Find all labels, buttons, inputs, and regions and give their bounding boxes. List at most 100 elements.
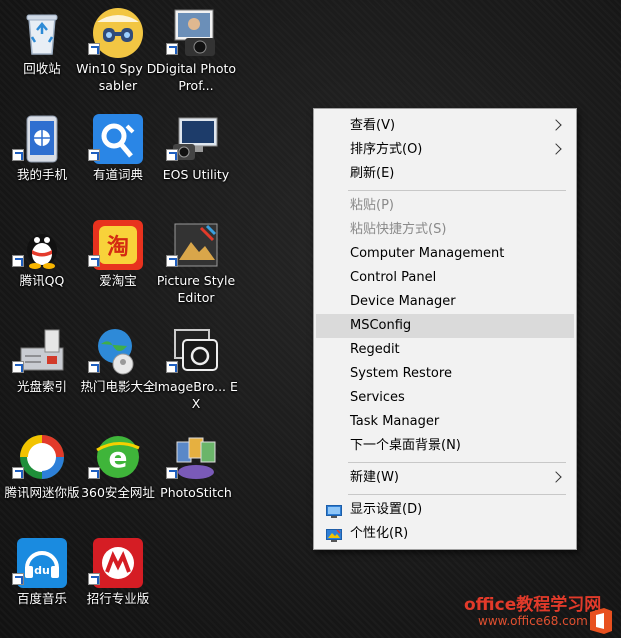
desktop-icon-label: 招行专业版 [86,591,150,606]
desktop-icon-label: 回收站 [23,61,61,76]
chevron-right-icon [550,471,562,483]
shortcut-arrow-icon [88,361,100,373]
chevron-right-icon [550,119,562,131]
shortcut-arrow-icon [12,467,24,479]
menu-item-label: 个性化(R) [350,526,409,541]
menu-item-task-manager[interactable]: Task Manager [316,410,574,434]
menu-item-view[interactable]: 查看(V) [316,114,574,138]
desktop-icon-label: EOS Utility [162,167,230,182]
desktop-icon-tencent-mini[interactable]: 腾讯网迷你版 [0,426,84,526]
menu-item-refresh[interactable]: 刷新(E) [316,162,574,186]
menu-item-label: Services [350,390,405,405]
desktop-icon-imagebrowser-ex[interactable]: ImageBro... EX [154,320,238,420]
menu-item-system-restore[interactable]: System Restore [316,362,574,386]
menu-item-display-settings[interactable]: 显示设置(D) [316,498,574,522]
menu-item-personalize[interactable]: 个性化(R) [316,522,574,546]
desktop-icon-label: 360安全网址 [81,485,155,500]
svg-text:淘: 淘 [107,234,129,260]
cmb-pro-icon [93,538,143,588]
menu-item-services[interactable]: Services [316,386,574,410]
menu-item-sort[interactable]: 排序方式(O) [316,138,574,162]
display-monitor-icon [326,503,342,518]
shortcut-arrow-icon [166,149,178,161]
menu-item-paste: 粘贴(P) [316,194,574,218]
tencent-mini-icon [17,432,67,482]
desktop-context-menu: 查看(V) 排序方式(O) 刷新(E) 粘贴(P) 粘贴快捷方式(S) Comp… [313,108,577,550]
svg-text:e: e [109,441,128,474]
disc-index-icon [17,326,67,376]
desktop-icon-label: Picture Style Editor [156,273,236,305]
menu-item-next-background[interactable]: 下一个桌面背景(N) [316,434,574,458]
desktop-icon-label: 腾讯QQ [19,273,65,288]
menu-item-label: 刷新(E) [350,166,395,181]
shortcut-arrow-icon [88,573,100,585]
desktop-icon-youdao-dictionary[interactable]: 有道词典 [76,108,160,208]
youdao-dictionary-icon [93,114,143,164]
chevron-right-icon [550,143,562,155]
menu-separator [348,494,566,495]
menu-item-control-panel[interactable]: Control Panel [316,266,574,290]
popular-movies-icon [93,326,143,376]
menu-separator [348,190,566,191]
menu-separator [348,462,566,463]
shortcut-arrow-icon [88,43,100,55]
menu-item-device-manager[interactable]: Device Manager [316,290,574,314]
desktop-icon-label: 热门电影大全 [80,379,156,394]
desktop-icon-label: 爱淘宝 [99,273,137,288]
desktop-icon-tencent-qq[interactable]: 腾讯QQ [0,214,84,314]
shortcut-arrow-icon [12,149,24,161]
menu-item-label: 下一个桌面背景(N) [350,438,461,453]
menu-item-regedit[interactable]: Regedit [316,338,574,362]
personalize-icon [326,527,342,542]
desktop-icon-eos-utility[interactable]: EOS Utility [154,108,238,208]
menu-item-label: Control Panel [350,270,437,285]
shortcut-arrow-icon [166,467,178,479]
menu-item-label: Regedit [350,342,400,357]
watermark-url: www.office68.com [478,614,588,628]
shortcut-arrow-icon [12,573,24,585]
shortcut-arrow-icon [88,255,100,267]
menu-item-label: 粘贴快捷方式(S) [350,222,447,237]
my-phone-icon [17,114,67,164]
shortcut-arrow-icon [12,255,24,267]
desktop-icon-disc-index[interactable]: 光盘索引 [0,320,84,420]
desktop-icon-label: ImageBro... EX [154,379,238,411]
desktop-icon-label: Digital Photo Prof... [155,61,237,93]
360-safe-nav-icon: e [93,432,143,482]
ai-taobao-icon: 淘 [93,220,143,270]
shortcut-arrow-icon [166,255,178,267]
desktop-icon-picture-style-editor[interactable]: Picture Style Editor [154,214,238,314]
desktop-icon-label: 有道词典 [92,167,143,182]
desktop-icon-my-phone[interactable]: 我的手机 [0,108,84,208]
desktop-icon-label: 我的手机 [16,167,67,182]
desktop-icon-label: 光盘索引 [16,379,67,394]
menu-item-label: MSConfig [350,318,412,333]
desktop-icon-ai-taobao[interactable]: 淘 爱淘宝 [76,214,160,314]
desktop-icon-label: 腾讯网迷你版 [4,485,80,500]
desktop-icon-win10-spy-disabler[interactable]: Win10 Spy Disabler [76,2,160,102]
imagebrowser-ex-icon [171,326,221,376]
baidu-music-icon: du [17,538,67,588]
menu-item-new[interactable]: 新建(W) [316,466,574,490]
menu-item-label: 显示设置(D) [350,502,423,517]
menu-item-msconfig[interactable]: MSConfig [316,314,574,338]
shortcut-arrow-icon [166,43,178,55]
menu-item-label: Device Manager [350,294,456,309]
shortcut-arrow-icon [12,361,24,373]
menu-item-label: Computer Management [350,246,505,261]
desktop-icon-photostitch[interactable]: PhotoStitch [154,426,238,526]
menu-item-label: 查看(V) [350,118,396,133]
menu-item-paste-shortcut: 粘贴快捷方式(S) [316,218,574,242]
desktop-icon-recycle-bin[interactable]: 回收站 [0,2,84,102]
shortcut-arrow-icon [166,361,178,373]
desktop-icon-cmb-pro[interactable]: 招行专业版 [76,532,160,632]
photostitch-icon [171,432,221,482]
desktop-icon-baidu-music[interactable]: du 百度音乐 [0,532,84,632]
svg-text:du: du [34,564,50,577]
menu-item-label: Task Manager [350,414,440,429]
desktop-icon-digital-photo-professional[interactable]: Digital Photo Prof... [154,2,238,102]
desktop-icon-360-safe-nav[interactable]: e 360安全网址 [76,426,160,526]
desktop-icon-popular-movies[interactable]: 热门电影大全 [76,320,160,420]
menu-item-computer-management[interactable]: Computer Management [316,242,574,266]
tencent-qq-icon [17,220,67,270]
